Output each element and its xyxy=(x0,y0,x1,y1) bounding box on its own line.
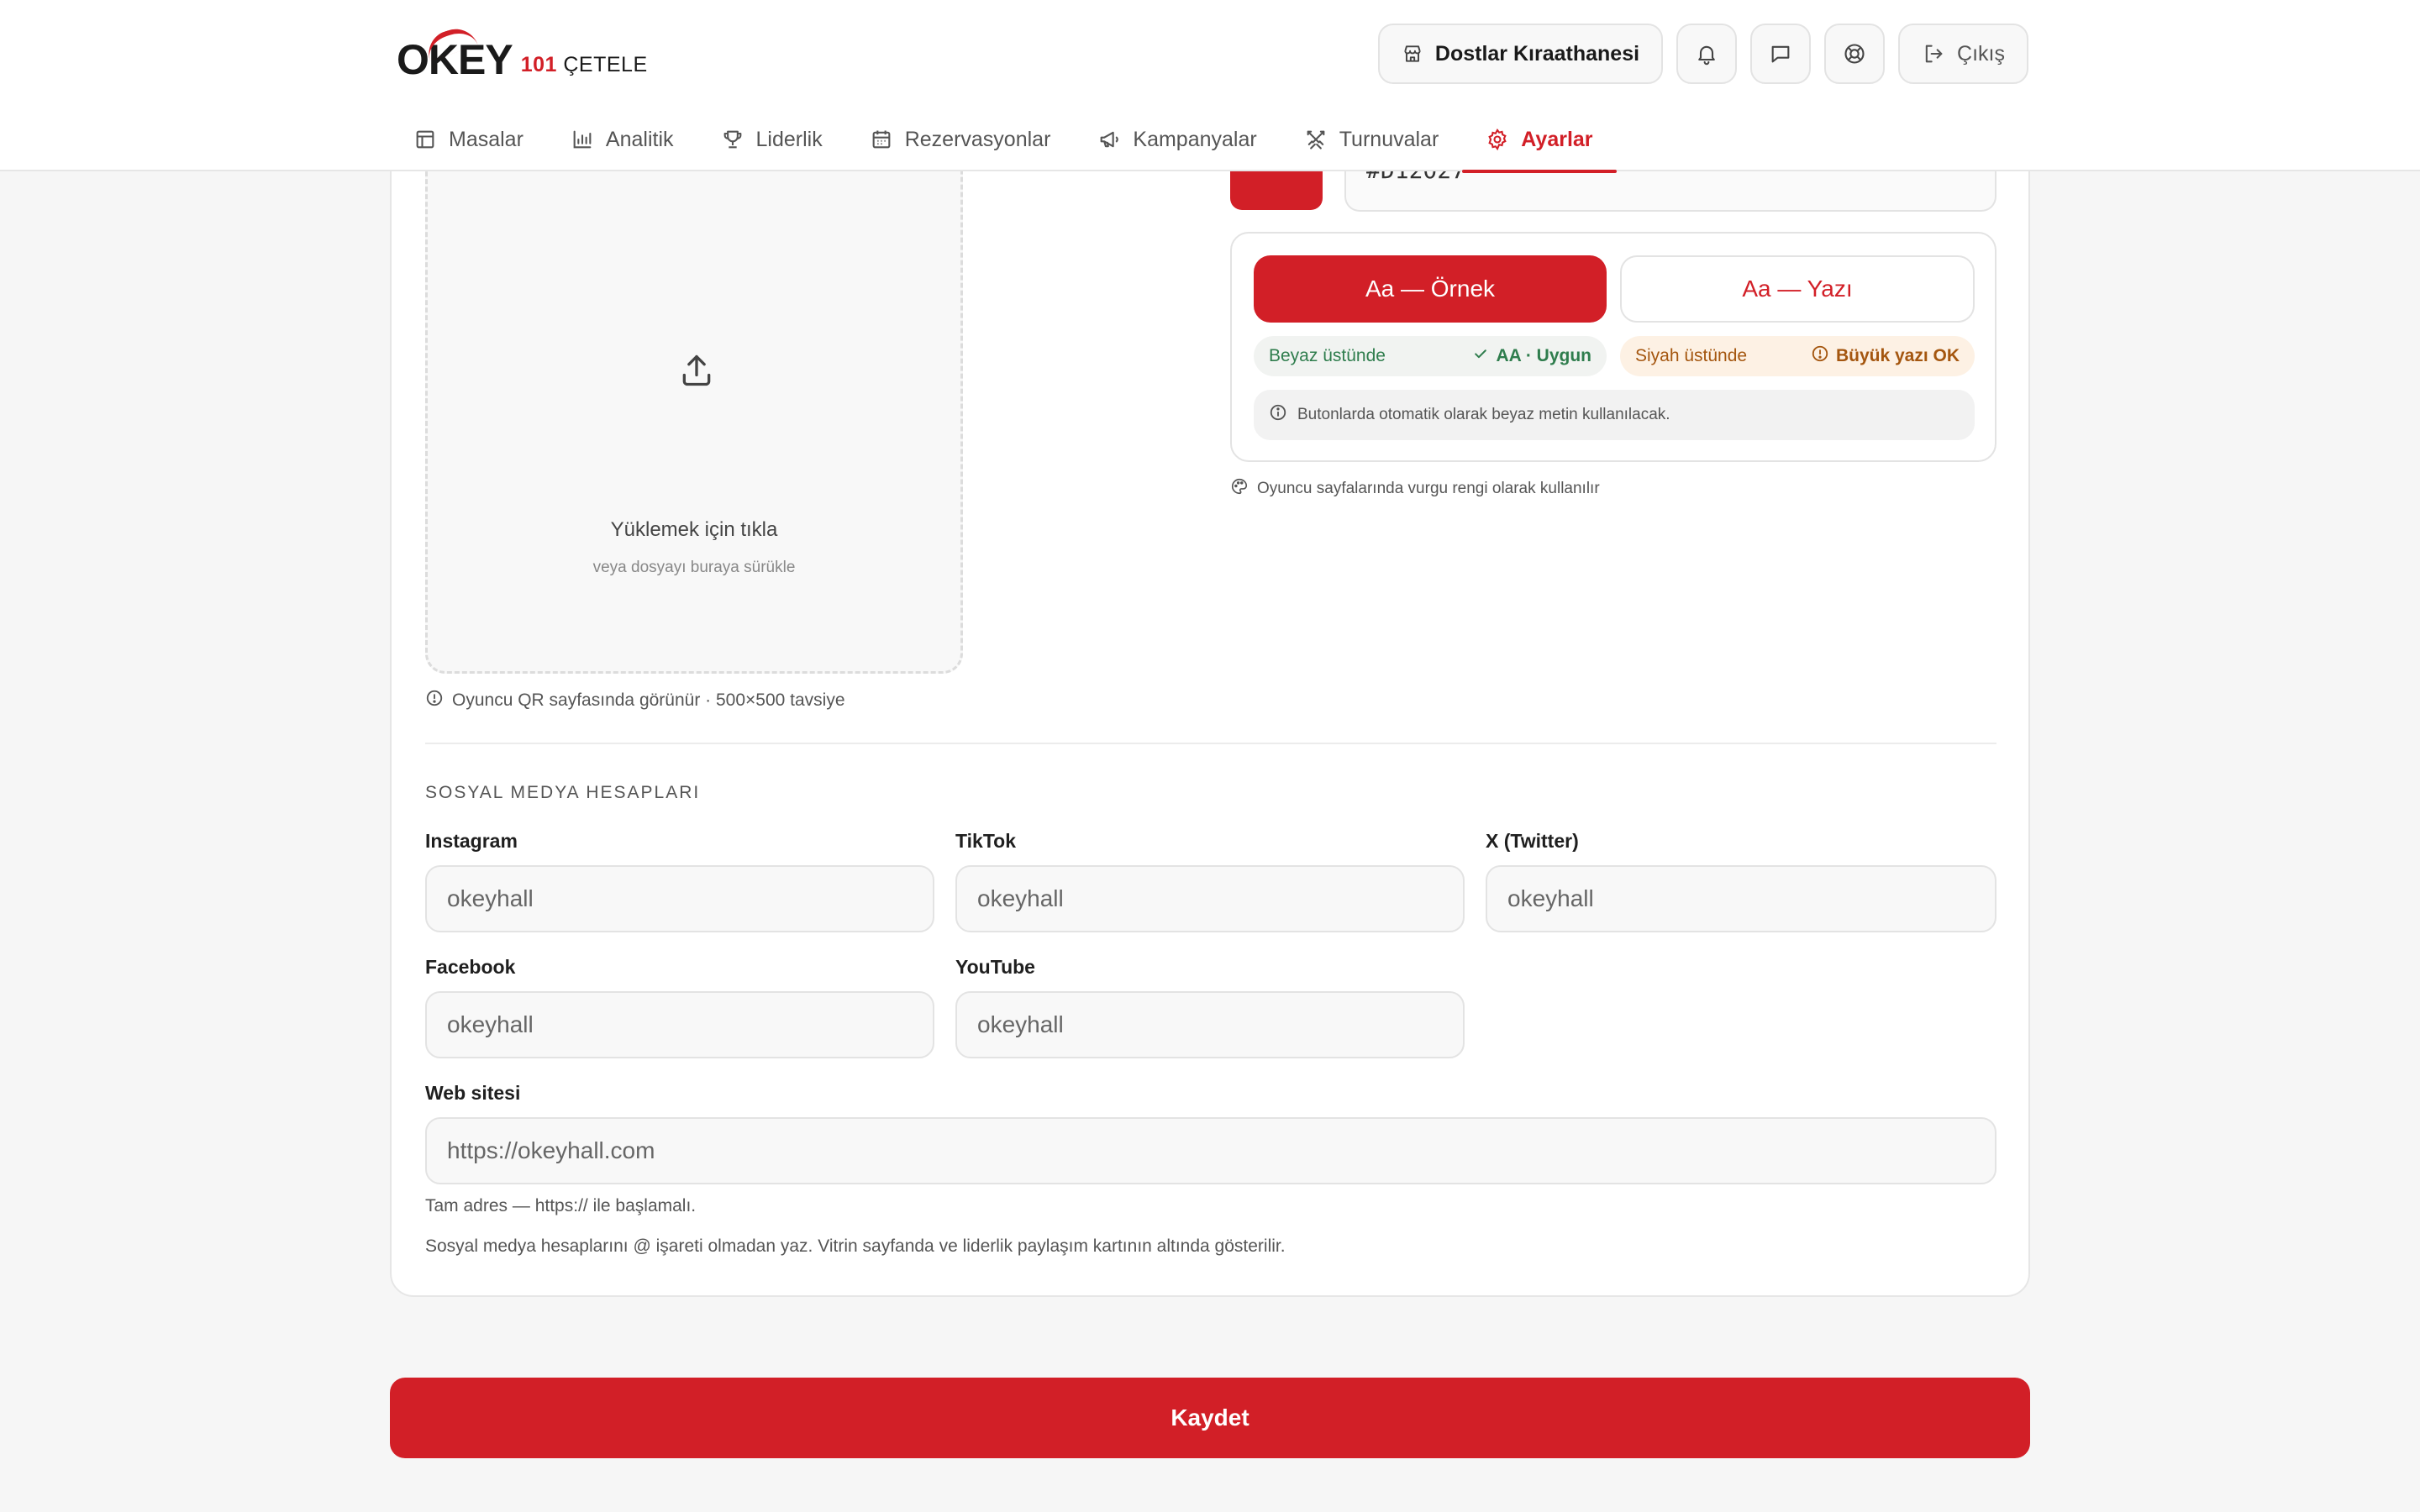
website-label: Web sitesi xyxy=(425,1082,521,1104)
nav-item-ayarlar[interactable]: Ayarlar xyxy=(1462,108,1617,173)
contrast-on-black-result: Büyük yazı OK xyxy=(1835,346,1960,365)
warning-icon xyxy=(1811,344,1829,368)
preview-outline-button: Aa — Yazı xyxy=(1620,255,1975,323)
contrast-on-white-label: Beyaz üstünde xyxy=(1269,346,1386,365)
lifebuoy-icon xyxy=(1843,42,1866,66)
bar-chart-icon xyxy=(571,128,594,151)
nav-item-analitik[interactable]: Analitik xyxy=(547,108,697,171)
accent-info-bar: Butonlarda otomatik olarak beyaz metin k… xyxy=(1254,390,1975,440)
instagram-label: Instagram xyxy=(425,830,518,852)
logo-wordmark: OKEY xyxy=(397,23,513,81)
nav-label: Ayarlar xyxy=(1521,127,1593,151)
logo-upload-dropzone[interactable]: Yüklemek için tıkla veya dosyayı buraya … xyxy=(425,118,963,674)
nav-item-kampanyalar[interactable]: Kampanyalar xyxy=(1074,108,1280,171)
logo-subtitle: 101 ÇETELE xyxy=(521,55,648,81)
nav-label: Analitik xyxy=(605,127,674,151)
main-nav: Masalar Analitik Liderlik Rezervasyonlar… xyxy=(397,108,1617,173)
nav-label: Kampanyalar xyxy=(1133,127,1257,151)
twitter-input[interactable] xyxy=(1486,865,1996,932)
tiktok-label: TikTok xyxy=(955,830,1016,852)
nav-item-masalar[interactable]: Masalar xyxy=(397,108,547,171)
website-note: Tam adres — https:// ile başlamalı. xyxy=(425,1196,697,1215)
logout-label: Çıkış xyxy=(1957,41,2005,66)
nav-item-turnuvalar[interactable]: Turnuvalar xyxy=(1281,108,1463,171)
logo-mark: 101 xyxy=(520,53,557,76)
nav-label: Liderlik xyxy=(755,127,823,151)
header-actions: Dostlar Kıraathanesi Çıkış xyxy=(1377,24,2028,84)
upload-title: Yüklemek için tıkla xyxy=(610,518,778,541)
nav-label: Rezervasyonlar xyxy=(904,127,1051,151)
store-icon xyxy=(1402,43,1423,65)
venue-switcher-button[interactable]: Dostlar Kıraathanesi xyxy=(1377,24,1664,84)
nav-item-liderlik[interactable]: Liderlik xyxy=(697,108,846,171)
messages-button[interactable] xyxy=(1750,24,1812,84)
upload-subtitle: veya dosyayı buraya sürükle xyxy=(592,559,796,576)
gear-icon xyxy=(1486,128,1509,151)
info-icon xyxy=(425,689,444,712)
contrast-on-white-badge: Beyaz üstünde AA · Uygun xyxy=(1254,336,1607,376)
swords-icon xyxy=(1304,128,1328,151)
megaphone-icon xyxy=(1097,128,1121,151)
nav-label: Turnuvalar xyxy=(1339,127,1439,151)
contrast-on-white-result: AA · Uygun xyxy=(1496,346,1591,365)
logout-icon xyxy=(1922,42,1945,66)
notifications-button[interactable] xyxy=(1676,24,1738,84)
website-input[interactable] xyxy=(425,1117,1996,1184)
chat-icon xyxy=(1769,42,1792,66)
tiktok-input[interactable] xyxy=(955,865,1465,932)
preview-solid-button: Aa — Örnek xyxy=(1254,255,1607,323)
accent-hint: Oyuncu sayfalarında vurgu rengi olarak k… xyxy=(1230,477,1600,501)
calendar-icon xyxy=(870,128,893,151)
accent-info-text: Butonlarda otomatik olarak beyaz metin k… xyxy=(1297,406,1670,423)
support-button[interactable] xyxy=(1824,24,1886,84)
logo-upload-hint-text: Oyuncu QR sayfasında görünür · 500×500 t… xyxy=(452,690,845,710)
logout-button[interactable]: Çıkış xyxy=(1898,24,2028,84)
contrast-on-black-label: Siyah üstünde xyxy=(1635,346,1748,365)
youtube-label: YouTube xyxy=(955,956,1035,978)
upload-icon xyxy=(678,352,715,393)
instagram-input[interactable] xyxy=(425,865,934,932)
save-button[interactable]: Kaydet xyxy=(390,1378,2030,1458)
social-section-title: SOSYAL MEDYA HESAPLARI xyxy=(425,783,701,802)
app-logo[interactable]: OKEY 101 ÇETELE xyxy=(397,23,648,81)
trophy-icon xyxy=(721,128,744,151)
table-icon xyxy=(413,128,437,151)
accent-preview-panel: Aa — Örnek Aa — Yazı Beyaz üstünde AA · … xyxy=(1230,232,1996,462)
nav-item-rezervasyonlar[interactable]: Rezervasyonlar xyxy=(846,108,1075,171)
bell-icon xyxy=(1695,42,1718,66)
facebook-label: Facebook xyxy=(425,956,516,978)
facebook-input[interactable] xyxy=(425,991,934,1058)
youtube-input[interactable] xyxy=(955,991,1465,1058)
section-divider xyxy=(425,743,1996,744)
palette-icon xyxy=(1230,477,1249,501)
nav-label: Masalar xyxy=(449,127,523,151)
logo-upload-hint: Oyuncu QR sayfasında görünür · 500×500 t… xyxy=(425,689,845,712)
info-icon xyxy=(1269,403,1287,427)
social-footer-note: Sosyal medya hesaplarını @ işareti olmad… xyxy=(425,1236,1286,1256)
twitter-label: X (Twitter) xyxy=(1486,830,1579,852)
check-icon xyxy=(1472,345,1489,367)
top-header: OKEY 101 ÇETELE Dostlar Kıraathanesi Çık… xyxy=(0,0,2420,173)
venue-name: Dostlar Kıraathanesi xyxy=(1434,41,1640,66)
contrast-on-black-badge: Siyah üstünde Büyük yazı OK xyxy=(1620,336,1975,376)
logo-sub-text: ÇETELE xyxy=(563,53,648,76)
accent-hint-text: Oyuncu sayfalarında vurgu rengi olarak k… xyxy=(1257,480,1600,497)
